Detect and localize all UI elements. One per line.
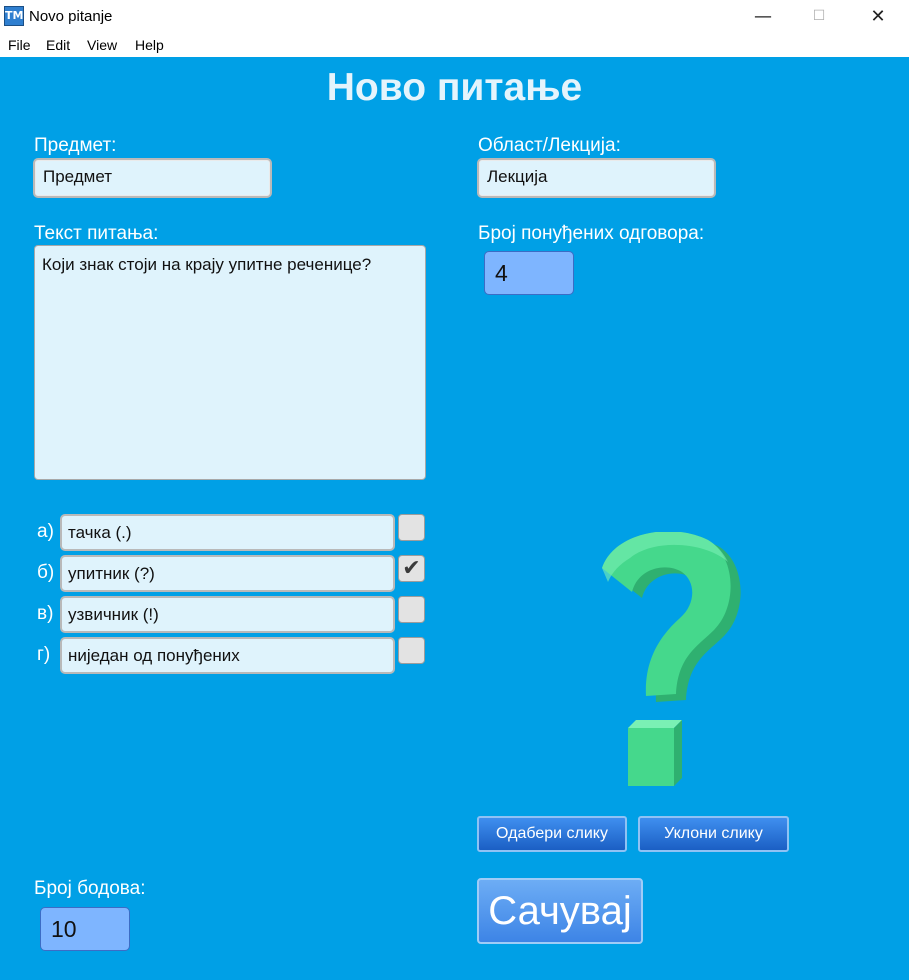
menu-help[interactable]: Help [135,37,164,53]
answer-input-c[interactable]: узвичник (!) [60,596,395,633]
answer-letter: г) [37,644,51,665]
menu-file[interactable]: File [8,37,31,53]
answer-letter: а) [37,521,54,542]
question-mark-icon [602,532,741,786]
answers-count-label: Број понуђених одговора: [478,223,705,244]
app-icon: TM [4,6,24,26]
answer-input-b[interactable]: упитник (?) [60,555,395,592]
points-label: Број бодова: [34,878,146,899]
points-spinbox[interactable]: 10 [40,907,130,951]
question-form: Ново питање Предмет: Предмет Област/Лекц… [0,57,909,980]
answer-input-d[interactable]: ниједан од понуђених [60,637,395,674]
menu-bar: File Edit View Help [0,33,909,57]
page-title: Ново питање [326,66,583,109]
question-textarea[interactable]: Који знак стоји на крају упитне реченице… [34,245,426,480]
menu-edit[interactable]: Edit [46,37,70,53]
answer-checkbox-c[interactable] [398,596,425,623]
maximize-button[interactable]: ☐ [790,0,848,33]
subject-label: Предмет: [34,135,117,156]
area-input[interactable]: Лекција [477,158,716,198]
area-label: Област/Лекција: [478,135,621,156]
menu-view[interactable]: View [87,37,117,53]
title-bar: TM Novo pitanje — ☐ ✕ [0,0,909,33]
subject-input[interactable]: Предмет [33,158,272,198]
answer-checkbox-b[interactable]: ✔ [398,555,425,582]
close-button[interactable]: ✕ [849,0,907,33]
remove-image-button[interactable]: Уклони слику [638,816,789,852]
question-text-label: Текст питања: [34,223,159,244]
choose-image-button[interactable]: Одабери слику [477,816,627,852]
checkmark-icon: ✔ [402,556,421,581]
answer-checkbox-a[interactable] [398,514,425,541]
window-title: Novo pitanje [29,8,113,25]
answer-letter: б) [37,562,55,583]
answer-letter: в) [37,603,54,624]
answer-checkbox-d[interactable] [398,637,425,664]
save-button[interactable]: Сачувај [477,878,643,944]
minimize-button[interactable]: — [734,0,792,33]
answer-input-a[interactable]: тачка (.) [60,514,395,551]
answers-count-spinbox[interactable]: 4 [484,251,574,295]
